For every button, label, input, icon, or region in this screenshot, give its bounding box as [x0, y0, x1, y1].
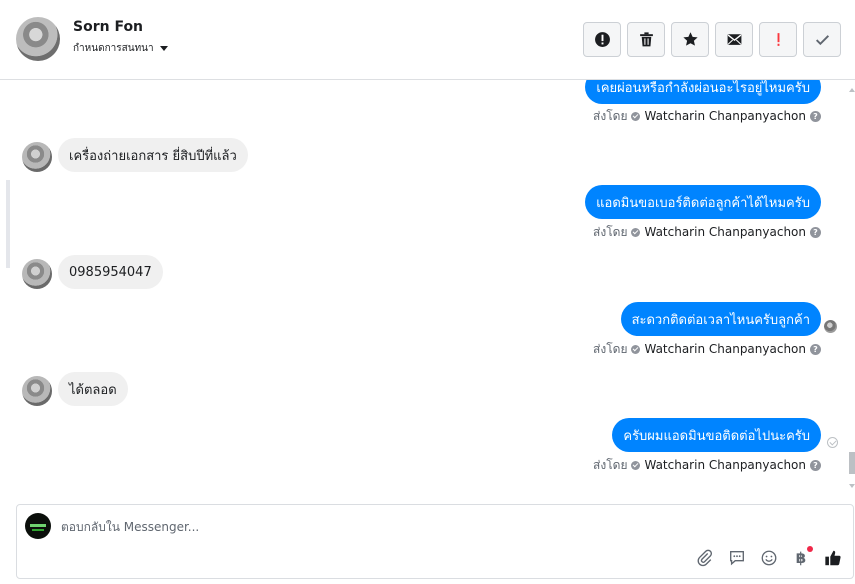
sent-by-label: ส่งโดย — [593, 224, 628, 239]
done-check-icon — [815, 35, 829, 46]
outgoing-message[interactable]: แอดมินขอเบอร์ติดต่อลูกค้าได้ไหมครับ — [585, 185, 821, 219]
sent-by-line: ส่งโดย Watcharin Chanpanyachon ? — [593, 108, 821, 124]
assign-conversation-dropdown[interactable]: กำหนดการสนทนา — [73, 41, 168, 56]
saved-replies-button[interactable] — [727, 548, 747, 568]
emoji-button[interactable] — [759, 548, 779, 568]
page-avatar — [25, 513, 51, 539]
sent-by-line: ส่งโดย Watcharin Chanpanyachon ? — [593, 224, 821, 240]
message-thread[interactable]: เคยผ่อนหรือกำลังผ่อนอะไรอยู่ไหมครับ ส่งโ… — [6, 80, 849, 492]
attach-button[interactable] — [695, 548, 715, 568]
verified-check-icon — [631, 227, 641, 237]
payment-button[interactable]: ฿ — [791, 546, 813, 568]
report-spam-icon — [594, 32, 610, 47]
sent-by-name[interactable]: Watcharin Chanpanyachon — [644, 225, 806, 239]
conversation-header: Sorn Fon กำหนดการสนทนา — [0, 0, 855, 80]
page-logo-strip — [30, 524, 46, 527]
sent-by-line: ส่งโดย Watcharin Chanpanyachon ? — [593, 341, 821, 357]
sent-by-label: ส่งโดย — [593, 341, 628, 356]
payment-icon: ฿ — [795, 549, 807, 567]
emoji-icon — [761, 550, 777, 566]
seen-avatar — [824, 320, 837, 333]
contact-avatar-small[interactable] — [22, 142, 52, 172]
sent-by-line: ส่งโดย Watcharin Chanpanyachon ? — [593, 457, 821, 473]
verified-check-icon — [631, 111, 641, 121]
scroll-down-arrow-icon[interactable] — [849, 484, 855, 488]
outgoing-message[interactable]: สะดวกติดต่อเวลาไหนครับลูกค้า — [620, 302, 821, 336]
verified-check-icon — [631, 460, 641, 470]
help-icon[interactable]: ? — [810, 459, 821, 471]
notification-dot — [807, 546, 813, 552]
like-button[interactable] — [823, 548, 843, 568]
attach-icon — [697, 549, 713, 567]
reply-composer: ฿ — [16, 504, 854, 579]
contact-avatar-small[interactable] — [22, 259, 52, 289]
chevron-down-icon — [159, 46, 168, 51]
incoming-message[interactable]: เครื่องถ่ายเอกสาร ยี่สิบปีที่แล้ว — [58, 138, 248, 172]
delete-button[interactable] — [627, 22, 665, 57]
contact-avatar-small[interactable] — [22, 376, 52, 406]
contact-name[interactable]: Sorn Fon — [73, 19, 143, 35]
star-icon — [682, 32, 698, 46]
star-button[interactable] — [671, 22, 709, 57]
sent-by-label: ส่งโดย — [593, 108, 628, 123]
conversation-toolbar — [583, 22, 841, 57]
sent-by-name[interactable]: Watcharin Chanpanyachon — [644, 458, 806, 472]
assign-conversation-label: กำหนดการสนทนา — [73, 43, 154, 54]
scrollbar-thumb[interactable] — [849, 452, 855, 474]
scroll-up-arrow-icon[interactable] — [849, 88, 855, 92]
follow-up-button[interactable] — [759, 22, 797, 57]
help-icon[interactable]: ? — [810, 226, 821, 238]
page-logo-text — [32, 529, 44, 531]
sent-by-name[interactable]: Watcharin Chanpanyachon — [644, 109, 806, 123]
sent-by-name[interactable]: Watcharin Chanpanyachon — [644, 342, 806, 356]
thread-edge-bar — [6, 180, 10, 268]
contact-avatar[interactable] — [16, 17, 60, 61]
mark-unread-icon — [727, 34, 741, 45]
saved-replies-icon — [730, 551, 744, 566]
sent-by-label: ส่งโดย — [593, 457, 628, 472]
outgoing-message[interactable]: ครับผมแอดมินขอติดต่อไปนะครับ — [612, 418, 821, 452]
reply-input[interactable] — [61, 517, 661, 537]
like-icon — [825, 550, 841, 566]
mark-done-button[interactable] — [803, 22, 841, 57]
mark-unread-button[interactable] — [715, 22, 753, 57]
follow-up-icon — [777, 33, 779, 46]
report-spam-button[interactable] — [583, 22, 621, 57]
incoming-message[interactable]: ได้ตลอด — [58, 372, 128, 406]
thread-scrollbar[interactable] — [849, 80, 855, 492]
incoming-message[interactable]: 0985954047 — [58, 255, 163, 289]
sent-status-icon — [827, 437, 838, 448]
help-icon[interactable]: ? — [810, 343, 821, 355]
help-icon[interactable]: ? — [810, 110, 821, 122]
verified-check-icon — [631, 344, 641, 354]
outgoing-message[interactable]: เคยผ่อนหรือกำลังผ่อนอะไรอยู่ไหมครับ — [585, 80, 821, 104]
delete-icon — [639, 32, 653, 47]
composer-tools: ฿ — [695, 546, 843, 568]
